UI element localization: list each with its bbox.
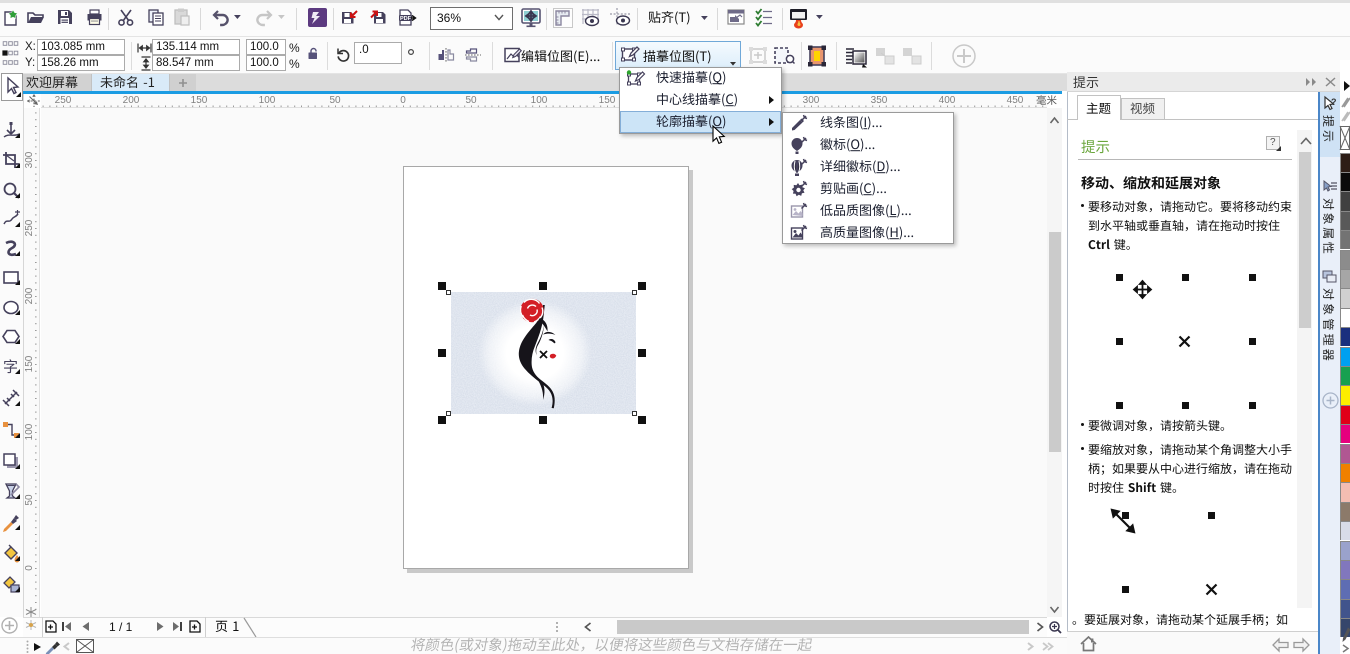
svg-text:PDF: PDF [400, 16, 412, 22]
svg-text:?: ? [1331, 97, 1337, 107]
